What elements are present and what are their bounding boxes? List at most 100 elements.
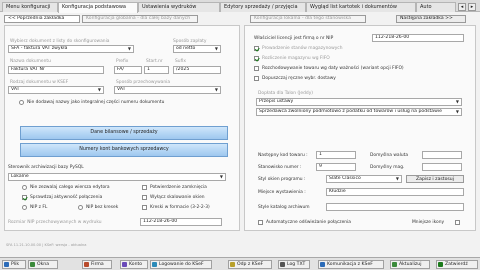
option-checkbox-1[interactable] [142,185,147,190]
balance-sales-button[interactable]: Dane bilansowe / sprzedaży [20,126,228,140]
chevron-down-icon: ▼ [97,87,101,92]
log-txt-button[interactable]: Log TXT [278,260,310,269]
ksef-response-button[interactable]: Odp z KSeF [228,260,272,269]
option-radio-0[interactable] [22,185,27,190]
previous-tab-button[interactable]: << Poprzednia zakładka [4,15,80,23]
issue-place-input[interactable]: Kłudzie [326,188,464,196]
tab-print-settings[interactable]: Ustawienia wydruków [138,2,220,12]
company-button[interactable]: Firma [82,260,112,269]
no-number-label: Nie dodawaj nazwy jako integralnej częśc… [27,100,165,105]
company-button-label: Firma [91,262,104,267]
communication-icon [320,262,325,267]
tab-menu-config[interactable]: Menu konfiguracji [2,2,58,12]
window-style-label: Styl okien programu : [258,177,306,182]
vat-exemption-value: Sprzedawca zwolniony podmiotowo z podatk… [259,109,442,114]
version-text: SFA 11.21.10.00.00 | KSeF: wersja - aktu… [6,243,87,247]
small-icons-label: Mniejsze ikony [412,220,445,225]
check-manual-delivery[interactable] [254,76,259,81]
window-style-select[interactable]: Slate Classico ▼ [326,175,402,183]
windows-icon [30,262,35,267]
update-icon [392,262,397,267]
next-code-input[interactable]: 1 [316,151,356,159]
option-radio-5[interactable] [78,205,83,210]
tabs-scroll-right-icon[interactable]: ▸ [468,3,476,11]
ksef-communication-button-label: Komunikacja z KSeF [327,262,373,267]
option-label-1: Potwierdzenie zamknięcia [150,185,207,190]
warehouse-label: Domyślny mag. [370,165,405,170]
confirm-button-label: Zatwierdź [445,262,468,267]
tab-bar: Menu konfiguracji Konfiguracja podstawow… [0,0,480,13]
check-expiry-fifo[interactable] [254,66,259,71]
tab-sales-editors[interactable]: Edytory sprzedaży / przyjęcia [220,2,306,12]
auto-refresh-checkbox[interactable] [258,220,263,225]
confirm-icon [438,262,443,267]
nip-format-label: Rozmiar NIP przechowywanych w wydruku [8,220,102,225]
save-apply-style-button[interactable]: Zapisz i zastosuj [406,175,464,183]
option-radio-4[interactable] [22,205,27,210]
check-stock-levels[interactable] [254,46,259,51]
chevron-down-icon: ▼ [455,99,459,104]
nip-format-input[interactable]: 112-218-26-00 [140,218,222,226]
warehouse-input[interactable] [422,163,462,171]
windows-button[interactable]: Okna [28,260,58,269]
option-checkbox-6[interactable] [142,205,147,210]
payment-select[interactable]: od netto ▼ [173,45,221,53]
option-label-0: Nie zezwalaj całego wiersza edytora [30,185,110,190]
storage-select[interactable]: VAT ▼ [114,86,221,94]
tab-auto[interactable]: Auto [416,2,456,12]
archive-catalog-label: Style katalog archiwum [258,205,310,210]
window-style-value: Slate Classico [329,176,361,181]
tab-list-appearance[interactable]: Wygląd list kartotek i dokumentów [306,2,416,12]
ksef-type-value: VAT [11,87,20,92]
small-icons-checkbox[interactable] [455,220,460,225]
pysql-label: Sterownik archiwizacji bazy PySQL [8,165,84,170]
storage-value: VAT [117,87,126,92]
issue-place-label: Miejsce wystawienia : [258,190,306,195]
doc-name-label: Nazwa dokumentu [10,59,51,64]
check-manual-delivery-label: Dopuszczaj ręczne wybr. dostawy [262,76,336,81]
mode-select[interactable]: Przepis ustawy ▼ [256,98,462,106]
next-tab-button[interactable]: Następna zakładka >> [396,15,466,23]
option-checkbox-2[interactable] [22,195,27,200]
confirm-button[interactable]: Zatwierdź [436,260,478,269]
account-button[interactable]: Konto [120,260,148,269]
company-icon [84,262,89,267]
update-button[interactable]: Aktualizuj [390,260,430,269]
check-fifo[interactable] [254,56,259,61]
tabs-scroll-left-icon[interactable]: ◂ [458,3,466,11]
doc-type-select[interactable]: SFA - faktura VAT zwykła ▼ [8,45,134,53]
option-label-2: Sprawdzaj aktywność połączenia [30,195,103,200]
ksef-response-button-label: Odp z KSeF [237,262,264,267]
check-stock-levels-label: Prowadzenie stanów magazynowych [262,46,343,51]
ksef-communication-button[interactable]: Komunikacja z KSeF [318,260,384,269]
prefix-input[interactable]: FA/ [114,66,142,74]
bottom-toolbar: Plik Okna Firma Konto Logowanie do KSeF … [0,257,480,270]
counter-input[interactable]: 1 [144,66,169,74]
chevron-down-icon: ▼ [214,87,218,92]
auto-refresh-label: Automatyczne odświeżanie połączenia [266,220,351,225]
pysql-value: Lokalne [11,174,29,179]
ksef-type-select[interactable]: VAT ▼ [8,86,104,94]
mode-value: Przepis ustawy [259,99,294,104]
archive-catalog-input[interactable] [326,203,464,211]
station-number-input[interactable]: 9 [316,163,356,171]
suffix-input[interactable]: /2025 [173,66,221,74]
user-icon [122,262,127,267]
currency-input[interactable] [422,151,462,159]
pysql-select[interactable]: Lokalne ▼ [8,173,226,181]
global-config-button[interactable]: Konfiguracja globalna - dla całej bazy d… [82,15,198,23]
ksef-login-button[interactable]: Logowanie do KSeF [150,260,212,269]
local-config-button[interactable]: Konfiguracja lokalna - dla tego stanowis… [250,15,366,23]
license-nip-input[interactable]: 112-218-26-00 [372,34,464,42]
option-label-6: Kreski w formacie (3-2-2-3) [150,205,210,210]
doc-name-input[interactable]: Faktura VAT Nr [8,66,104,74]
vat-exemption-select[interactable]: Sprzedawca zwolniony podmiotowo z podatk… [256,108,462,116]
option-checkbox-3[interactable] [142,195,147,200]
bank-accounts-button[interactable]: Numery kont bankowych sprzedawcy [20,143,228,157]
tab-basic-config[interactable]: Konfiguracja podstawowa [58,2,138,13]
file-button[interactable]: Plik [2,260,26,269]
chevron-down-icon: ▼ [395,176,399,181]
no-number-radio[interactable] [19,100,24,105]
check-fifo-label: Rozliczenie magazynu wg FIFO [262,56,330,61]
doc-type-value: SFA - faktura VAT zwykła [11,46,68,51]
